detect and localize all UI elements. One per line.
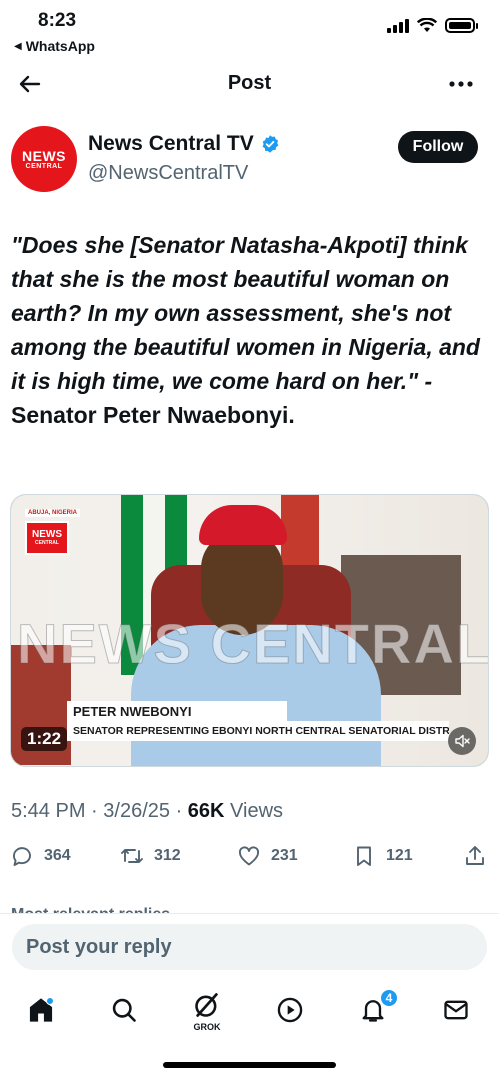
new-content-dot xyxy=(46,997,54,1005)
author-name[interactable]: News Central TV xyxy=(88,132,280,156)
bottom-tab-bar: GROK 4 xyxy=(0,984,499,1036)
author-handle[interactable]: @NewsCentralTV xyxy=(88,162,248,185)
avatar-logo-line1: NEWS xyxy=(22,147,66,164)
follow-button[interactable]: Follow xyxy=(398,131,478,163)
post-text: "Does she [Senator Natasha-Akpoti] think… xyxy=(11,228,481,432)
more-dots-icon xyxy=(449,81,473,87)
mute-button[interactable] xyxy=(448,727,476,755)
status-bar: 8:23 ◀ WhatsApp xyxy=(0,0,499,60)
grok-icon xyxy=(195,993,218,1017)
share-icon xyxy=(466,846,484,865)
avatar[interactable]: NEWS CENTRAL xyxy=(11,126,77,192)
post-author: NEWS CENTRAL News Central TV @NewsCentra… xyxy=(0,126,499,196)
speaker-cap xyxy=(199,505,287,545)
heart-icon xyxy=(238,846,260,866)
post-time: 5:44 PM xyxy=(11,800,86,822)
meta-separator: · xyxy=(175,800,188,822)
channel-logo-line2: CENTRAL xyxy=(35,540,59,546)
like-count: 231 xyxy=(271,847,298,864)
share-button[interactable] xyxy=(463,844,487,868)
post-quote: "Does she [Senator Natasha-Akpoti] think… xyxy=(11,232,480,394)
tab-search[interactable] xyxy=(106,992,142,1028)
repost-count: 312 xyxy=(154,847,181,864)
author-name-text: News Central TV xyxy=(88,132,254,155)
play-circle-icon xyxy=(277,997,303,1023)
video-watermark: NEWS CENTRAL xyxy=(16,612,489,676)
battery-icon xyxy=(445,18,478,33)
grok-label: GROK xyxy=(193,1022,221,1032)
post-date: 3/26/25 xyxy=(103,800,170,822)
location-tag: ABUJA, NIGERIA xyxy=(25,509,81,517)
video-player[interactable]: NEWS CENTRAL ABUJA, NIGERIA NEWS CENTRAL… xyxy=(10,494,489,767)
views-count[interactable]: 66K xyxy=(188,800,225,822)
tab-notifications[interactable]: 4 xyxy=(355,988,399,1028)
views-label: Views xyxy=(230,800,284,822)
tab-home[interactable] xyxy=(23,992,59,1028)
channel-logo-line1: NEWS xyxy=(32,529,62,540)
repost-button[interactable]: 312 xyxy=(120,844,181,868)
channel-logo: NEWS CENTRAL xyxy=(25,521,69,555)
status-time: 8:23 xyxy=(38,10,77,31)
post-attribution: Senator Peter Nwaebonyi. xyxy=(11,402,295,428)
video-duration: 1:22 xyxy=(21,727,68,751)
reply-count: 364 xyxy=(44,847,71,864)
more-options-button[interactable] xyxy=(445,68,477,100)
tab-grok[interactable]: GROK xyxy=(189,992,225,1032)
reply-input[interactable]: Post your reply xyxy=(12,924,487,970)
tab-messages[interactable] xyxy=(438,992,474,1028)
verified-badge-icon xyxy=(262,135,278,153)
home-indicator[interactable] xyxy=(163,1062,336,1068)
like-button[interactable]: 231 xyxy=(237,844,298,868)
avatar-logo-line2: CENTRAL xyxy=(25,162,63,170)
wifi-icon xyxy=(417,18,437,32)
bookmark-icon xyxy=(357,846,371,866)
repost-icon xyxy=(121,849,143,863)
meta-separator: · xyxy=(91,800,104,822)
tab-videos[interactable] xyxy=(272,992,308,1028)
speaker-muted-icon xyxy=(455,734,470,748)
system-icons xyxy=(387,18,478,33)
cellular-signal-icon xyxy=(387,18,409,33)
post-actions: 364 312 231 121 xyxy=(0,844,499,876)
search-icon xyxy=(112,998,136,1022)
page-title: Post xyxy=(227,72,272,94)
notifications-badge: 4 xyxy=(379,988,399,1008)
post-meta: 5:44 PM · 3/26/25 · 66K Views xyxy=(11,800,283,823)
back-app-label: WhatsApp xyxy=(25,38,95,54)
lower-third-name: PETER NWEBONYI xyxy=(67,701,287,721)
back-triangle-icon: ◀ xyxy=(14,40,22,52)
reply-bubble-icon xyxy=(13,847,31,866)
reply-button[interactable]: 364 xyxy=(10,844,71,868)
bookmark-button[interactable]: 121 xyxy=(352,844,413,868)
top-nav: Post xyxy=(0,64,499,106)
bookmark-count: 121 xyxy=(386,847,413,864)
divider xyxy=(0,913,499,914)
lower-third-role: SENATOR REPRESENTING EBONYI NORTH CENTRA… xyxy=(67,721,449,741)
mail-icon xyxy=(444,1000,468,1020)
back-to-app-link[interactable]: ◀ WhatsApp xyxy=(14,38,95,54)
